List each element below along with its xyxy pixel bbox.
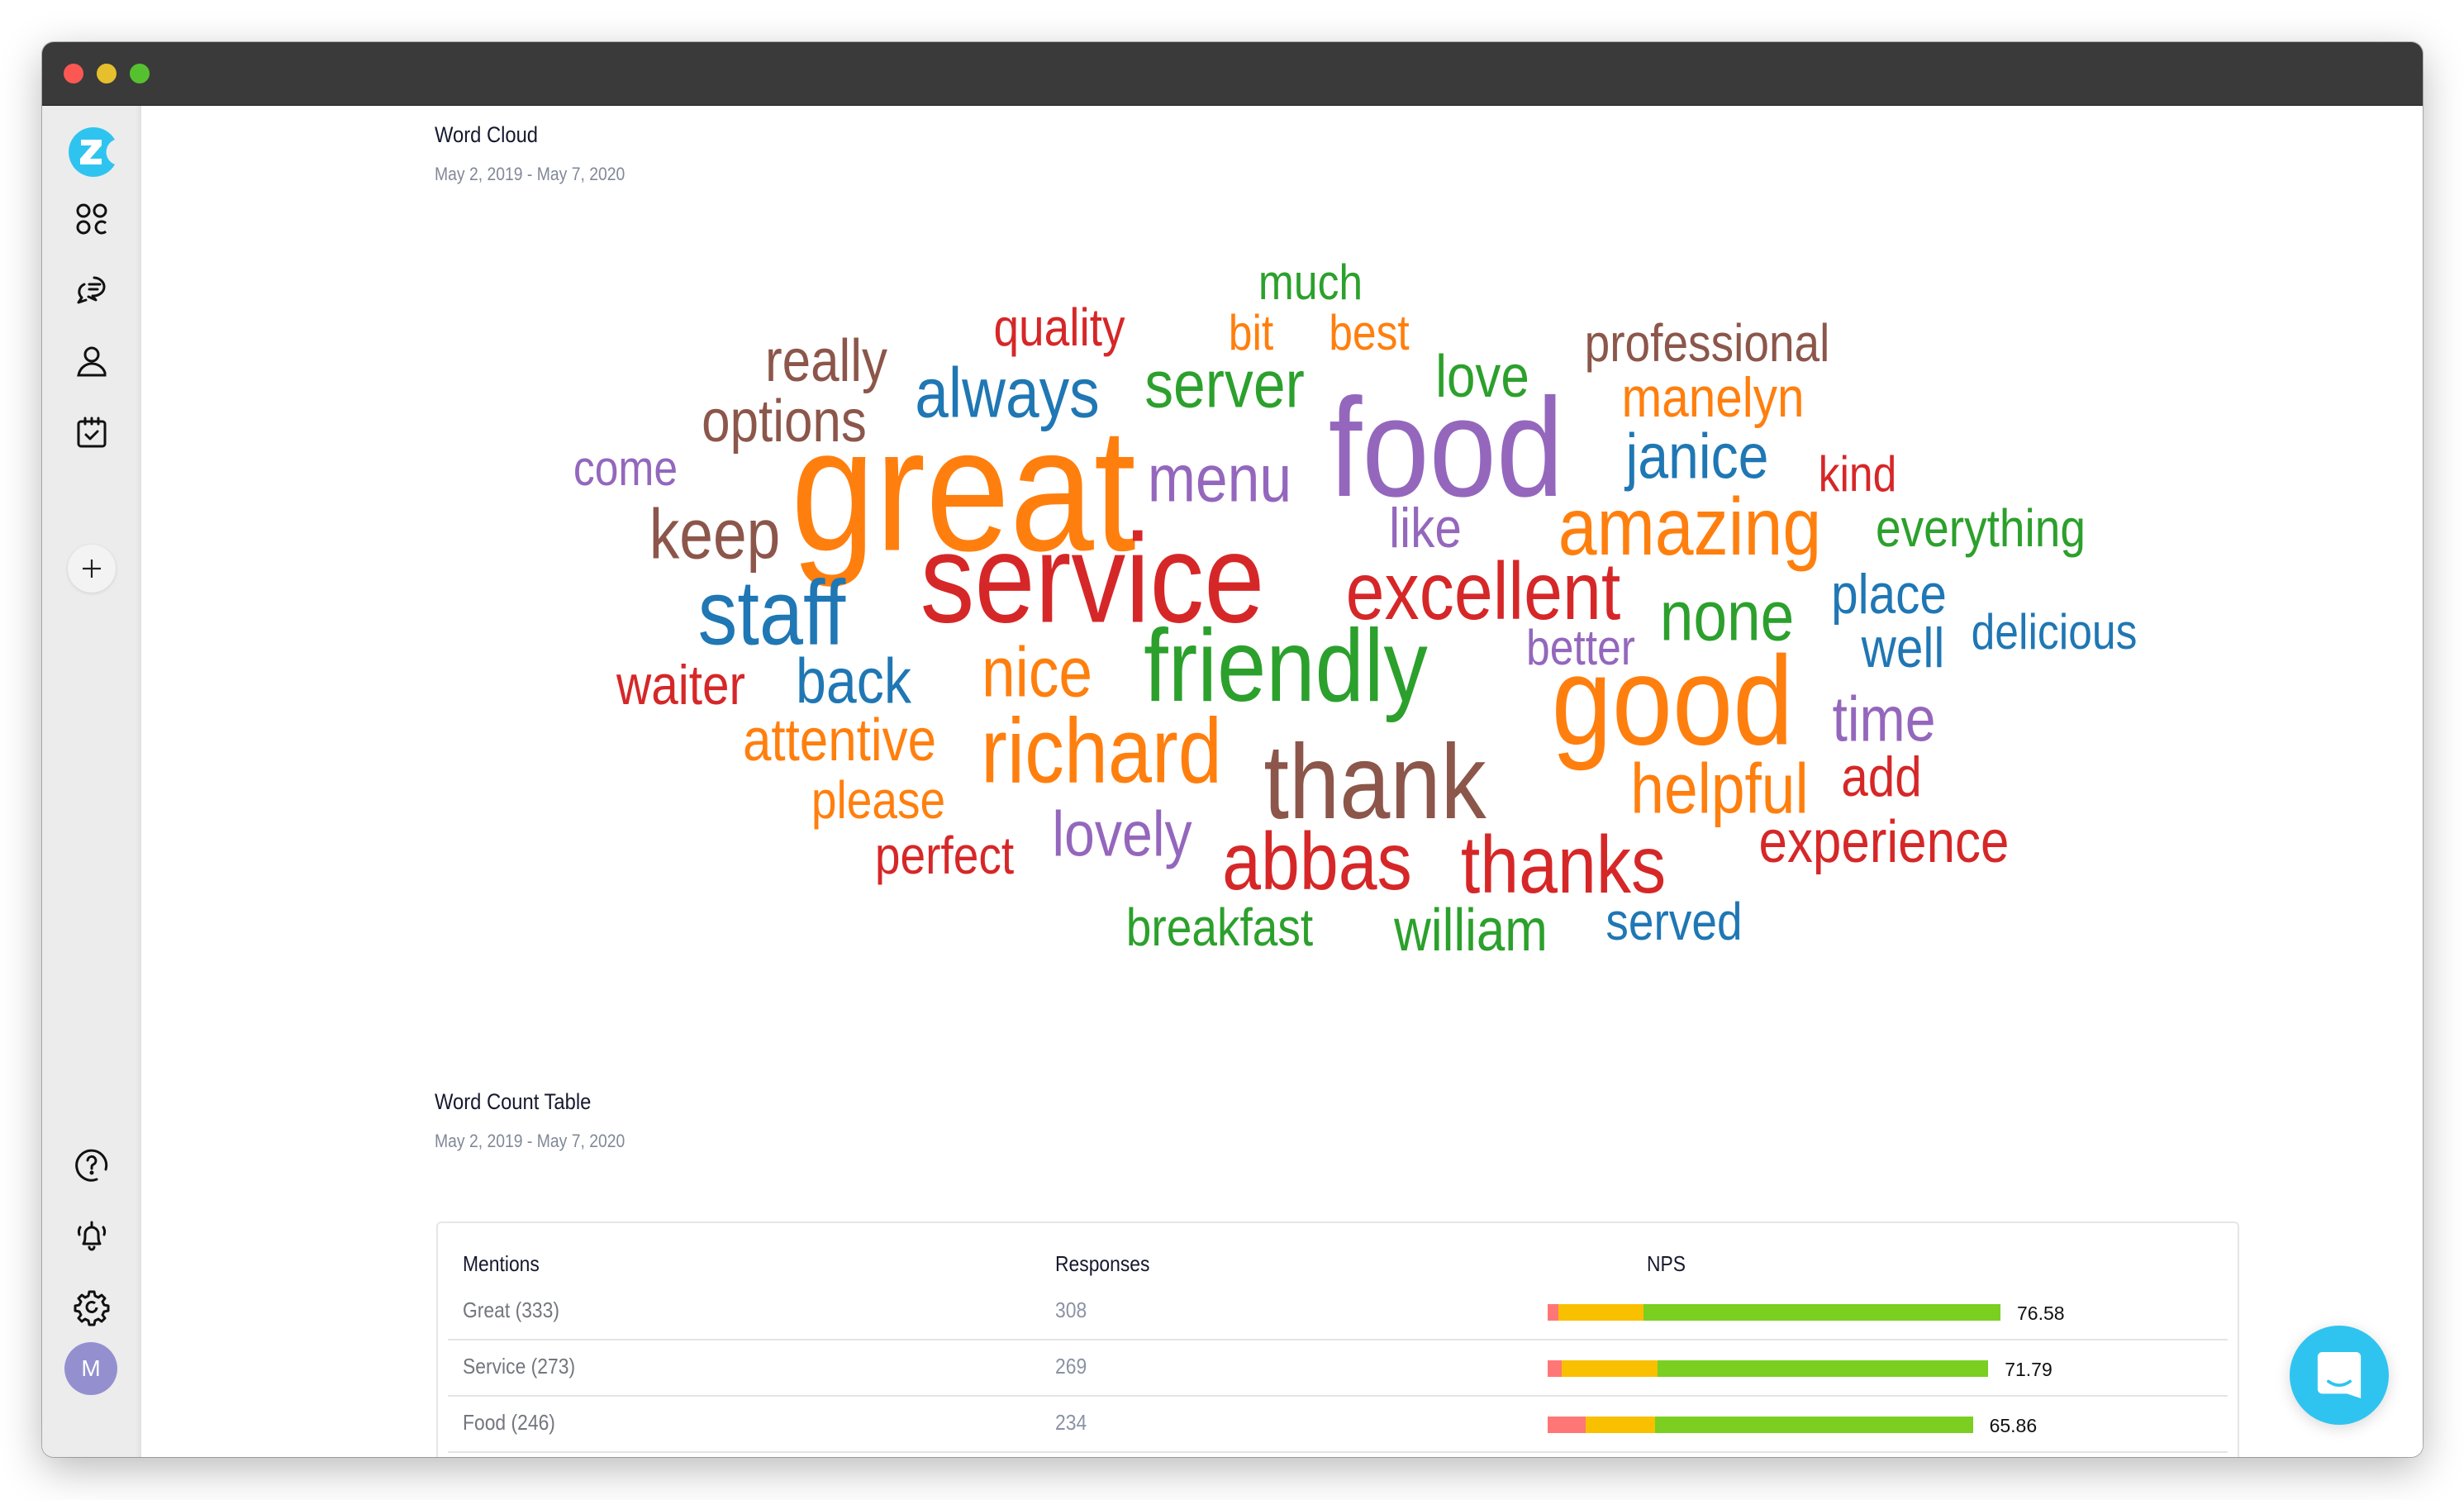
nps-detractors-segment bbox=[1548, 1304, 1559, 1321]
nps-promoters-segment bbox=[1643, 1304, 2000, 1321]
word-cloud-word[interactable]: breakfast bbox=[1126, 901, 1313, 954]
table-row[interactable]: Good (230)21766.09 bbox=[448, 1451, 2228, 1457]
word-cloud-word[interactable]: experience bbox=[1759, 812, 2010, 872]
main-content: Word Cloud May 2, 2019 - May 7, 2020 muc… bbox=[141, 106, 2423, 1457]
sidebar: M bbox=[42, 106, 141, 1457]
word-cloud-word[interactable]: served bbox=[1605, 895, 1742, 948]
word-cloud-word[interactable]: back bbox=[796, 650, 911, 714]
sidebar-item-settings[interactable] bbox=[72, 1287, 112, 1326]
nps-bar bbox=[1548, 1304, 2000, 1321]
person-icon bbox=[77, 346, 107, 377]
sidebar-item-dashboard[interactable] bbox=[72, 199, 112, 239]
bell-icon bbox=[77, 1221, 107, 1251]
word-cloud: much quality bit best professional really alwa… bbox=[141, 106, 2423, 1098]
nps-value: 76.58 bbox=[2017, 1302, 2065, 1324]
word-cloud-word[interactable]: menu bbox=[1148, 445, 1291, 513]
plus-icon bbox=[83, 560, 101, 578]
word-cloud-word[interactable]: perfect bbox=[875, 829, 1014, 882]
gear-icon bbox=[74, 1290, 110, 1326]
nps-bar bbox=[1548, 1417, 1973, 1433]
word-cloud-word[interactable]: please bbox=[811, 774, 945, 826]
calendar-check-icon bbox=[77, 417, 107, 448]
nps-passives-segment bbox=[1558, 1304, 1643, 1321]
column-header-responses[interactable]: Responses bbox=[1055, 1251, 1149, 1277]
word-cloud-word[interactable]: add bbox=[1841, 749, 1922, 805]
word-cloud-word[interactable]: richard bbox=[981, 705, 1222, 798]
nps-bar bbox=[1548, 1360, 1989, 1377]
close-window-button[interactable] bbox=[64, 64, 83, 83]
app-window: M Word Cloud May 2, 2019 - May 7, 2020 m… bbox=[42, 42, 2423, 1457]
word-cloud-word[interactable]: really bbox=[765, 331, 887, 391]
logo-icon bbox=[69, 127, 115, 177]
word-cloud-word[interactable]: good bbox=[1551, 638, 1793, 764]
word-cloud-word[interactable]: abbas bbox=[1222, 821, 1412, 902]
grid-icon bbox=[76, 203, 107, 235]
nps-promoters-segment bbox=[1655, 1417, 1973, 1433]
nps-passives-segment bbox=[1562, 1360, 1658, 1377]
word-cloud-word[interactable]: manelyn bbox=[1622, 369, 1805, 426]
word-cloud-word[interactable]: much bbox=[1258, 258, 1363, 307]
mention-cell: Service (273) bbox=[463, 1354, 576, 1379]
word-cloud-word[interactable]: professional bbox=[1584, 317, 1829, 369]
table-row[interactable]: Food (246) 234 65.86 bbox=[448, 1395, 2228, 1453]
sidebar-item-help[interactable] bbox=[72, 1145, 112, 1184]
word-cloud-word[interactable]: staff bbox=[698, 567, 846, 659]
column-header-nps[interactable]: NPS bbox=[1647, 1251, 1686, 1277]
nps-value: 65.86 bbox=[1989, 1415, 2038, 1436]
word-cloud-word[interactable]: everything bbox=[1876, 502, 2086, 555]
word-count-table: Mentions Responses NPS Great (333) 308 76.… bbox=[436, 1221, 2239, 1457]
column-header-mentions[interactable]: Mentions bbox=[463, 1251, 540, 1277]
nps-value: 71.79 bbox=[2005, 1359, 2053, 1380]
word-cloud-word[interactable]: attentive bbox=[743, 711, 936, 770]
title-bar bbox=[42, 42, 2423, 106]
word-cloud-word[interactable]: quality bbox=[993, 301, 1125, 354]
add-button[interactable] bbox=[68, 545, 116, 593]
responses-cell: 308 bbox=[1055, 1298, 1087, 1322]
nps-detractors-segment bbox=[1548, 1417, 1586, 1433]
word-count-table-title: Word Count Table bbox=[435, 1089, 592, 1114]
avatar-initial: M bbox=[81, 1355, 101, 1381]
word-cloud-word[interactable]: come bbox=[573, 443, 678, 493]
chat-bubbles-icon bbox=[77, 276, 106, 304]
word-cloud-word[interactable]: william bbox=[1394, 901, 1548, 960]
sidebar-item-contacts[interactable] bbox=[72, 342, 112, 382]
responses-cell: 269 bbox=[1055, 1354, 1087, 1379]
word-cloud-word[interactable]: delicious bbox=[1972, 607, 2138, 657]
table-row[interactable]: Great (333) 308 76.58 bbox=[448, 1283, 2228, 1340]
nps-passives-segment bbox=[1585, 1417, 1656, 1433]
question-icon bbox=[75, 1149, 108, 1182]
word-cloud-word[interactable]: place bbox=[1831, 566, 1947, 622]
mention-cell: Great (333) bbox=[463, 1298, 559, 1322]
zoom-window-button[interactable] bbox=[130, 64, 150, 83]
nps-detractors-segment bbox=[1548, 1360, 1563, 1377]
word-cloud-word[interactable]: lovely bbox=[1052, 802, 1192, 866]
user-avatar[interactable]: M bbox=[64, 1342, 117, 1395]
word-cloud-word[interactable]: nice bbox=[982, 638, 1092, 708]
sidebar-item-conversations[interactable] bbox=[72, 271, 112, 311]
table-row[interactable]: Service (273) 269 71.79 bbox=[448, 1339, 2228, 1397]
word-cloud-word[interactable]: waiter bbox=[616, 657, 745, 713]
word-cloud-word[interactable]: well bbox=[1862, 620, 1945, 676]
word-cloud-word[interactable]: janice bbox=[1626, 425, 1769, 489]
sidebar-item-notifications[interactable] bbox=[72, 1216, 112, 1255]
app-logo[interactable] bbox=[67, 126, 120, 179]
word-cloud-word[interactable]: kind bbox=[1819, 450, 1897, 499]
chat-smile-icon bbox=[2317, 1352, 2362, 1398]
word-cloud-word[interactable]: time bbox=[1833, 688, 1936, 752]
nps-promoters-segment bbox=[1657, 1360, 1989, 1377]
sidebar-item-tasks[interactable] bbox=[72, 413, 112, 453]
minimize-window-button[interactable] bbox=[97, 64, 117, 83]
responses-cell: 234 bbox=[1055, 1410, 1087, 1435]
word-cloud-word[interactable]: keep bbox=[649, 499, 781, 569]
word-cloud-word[interactable]: best bbox=[1329, 308, 1410, 358]
mention-cell: Food (246) bbox=[463, 1410, 555, 1435]
word-count-table-date-range: May 2, 2019 - May 7, 2020 bbox=[435, 1131, 626, 1151]
chat-widget-button[interactable] bbox=[2290, 1326, 2389, 1425]
word-cloud-word[interactable]: server bbox=[1144, 351, 1305, 418]
